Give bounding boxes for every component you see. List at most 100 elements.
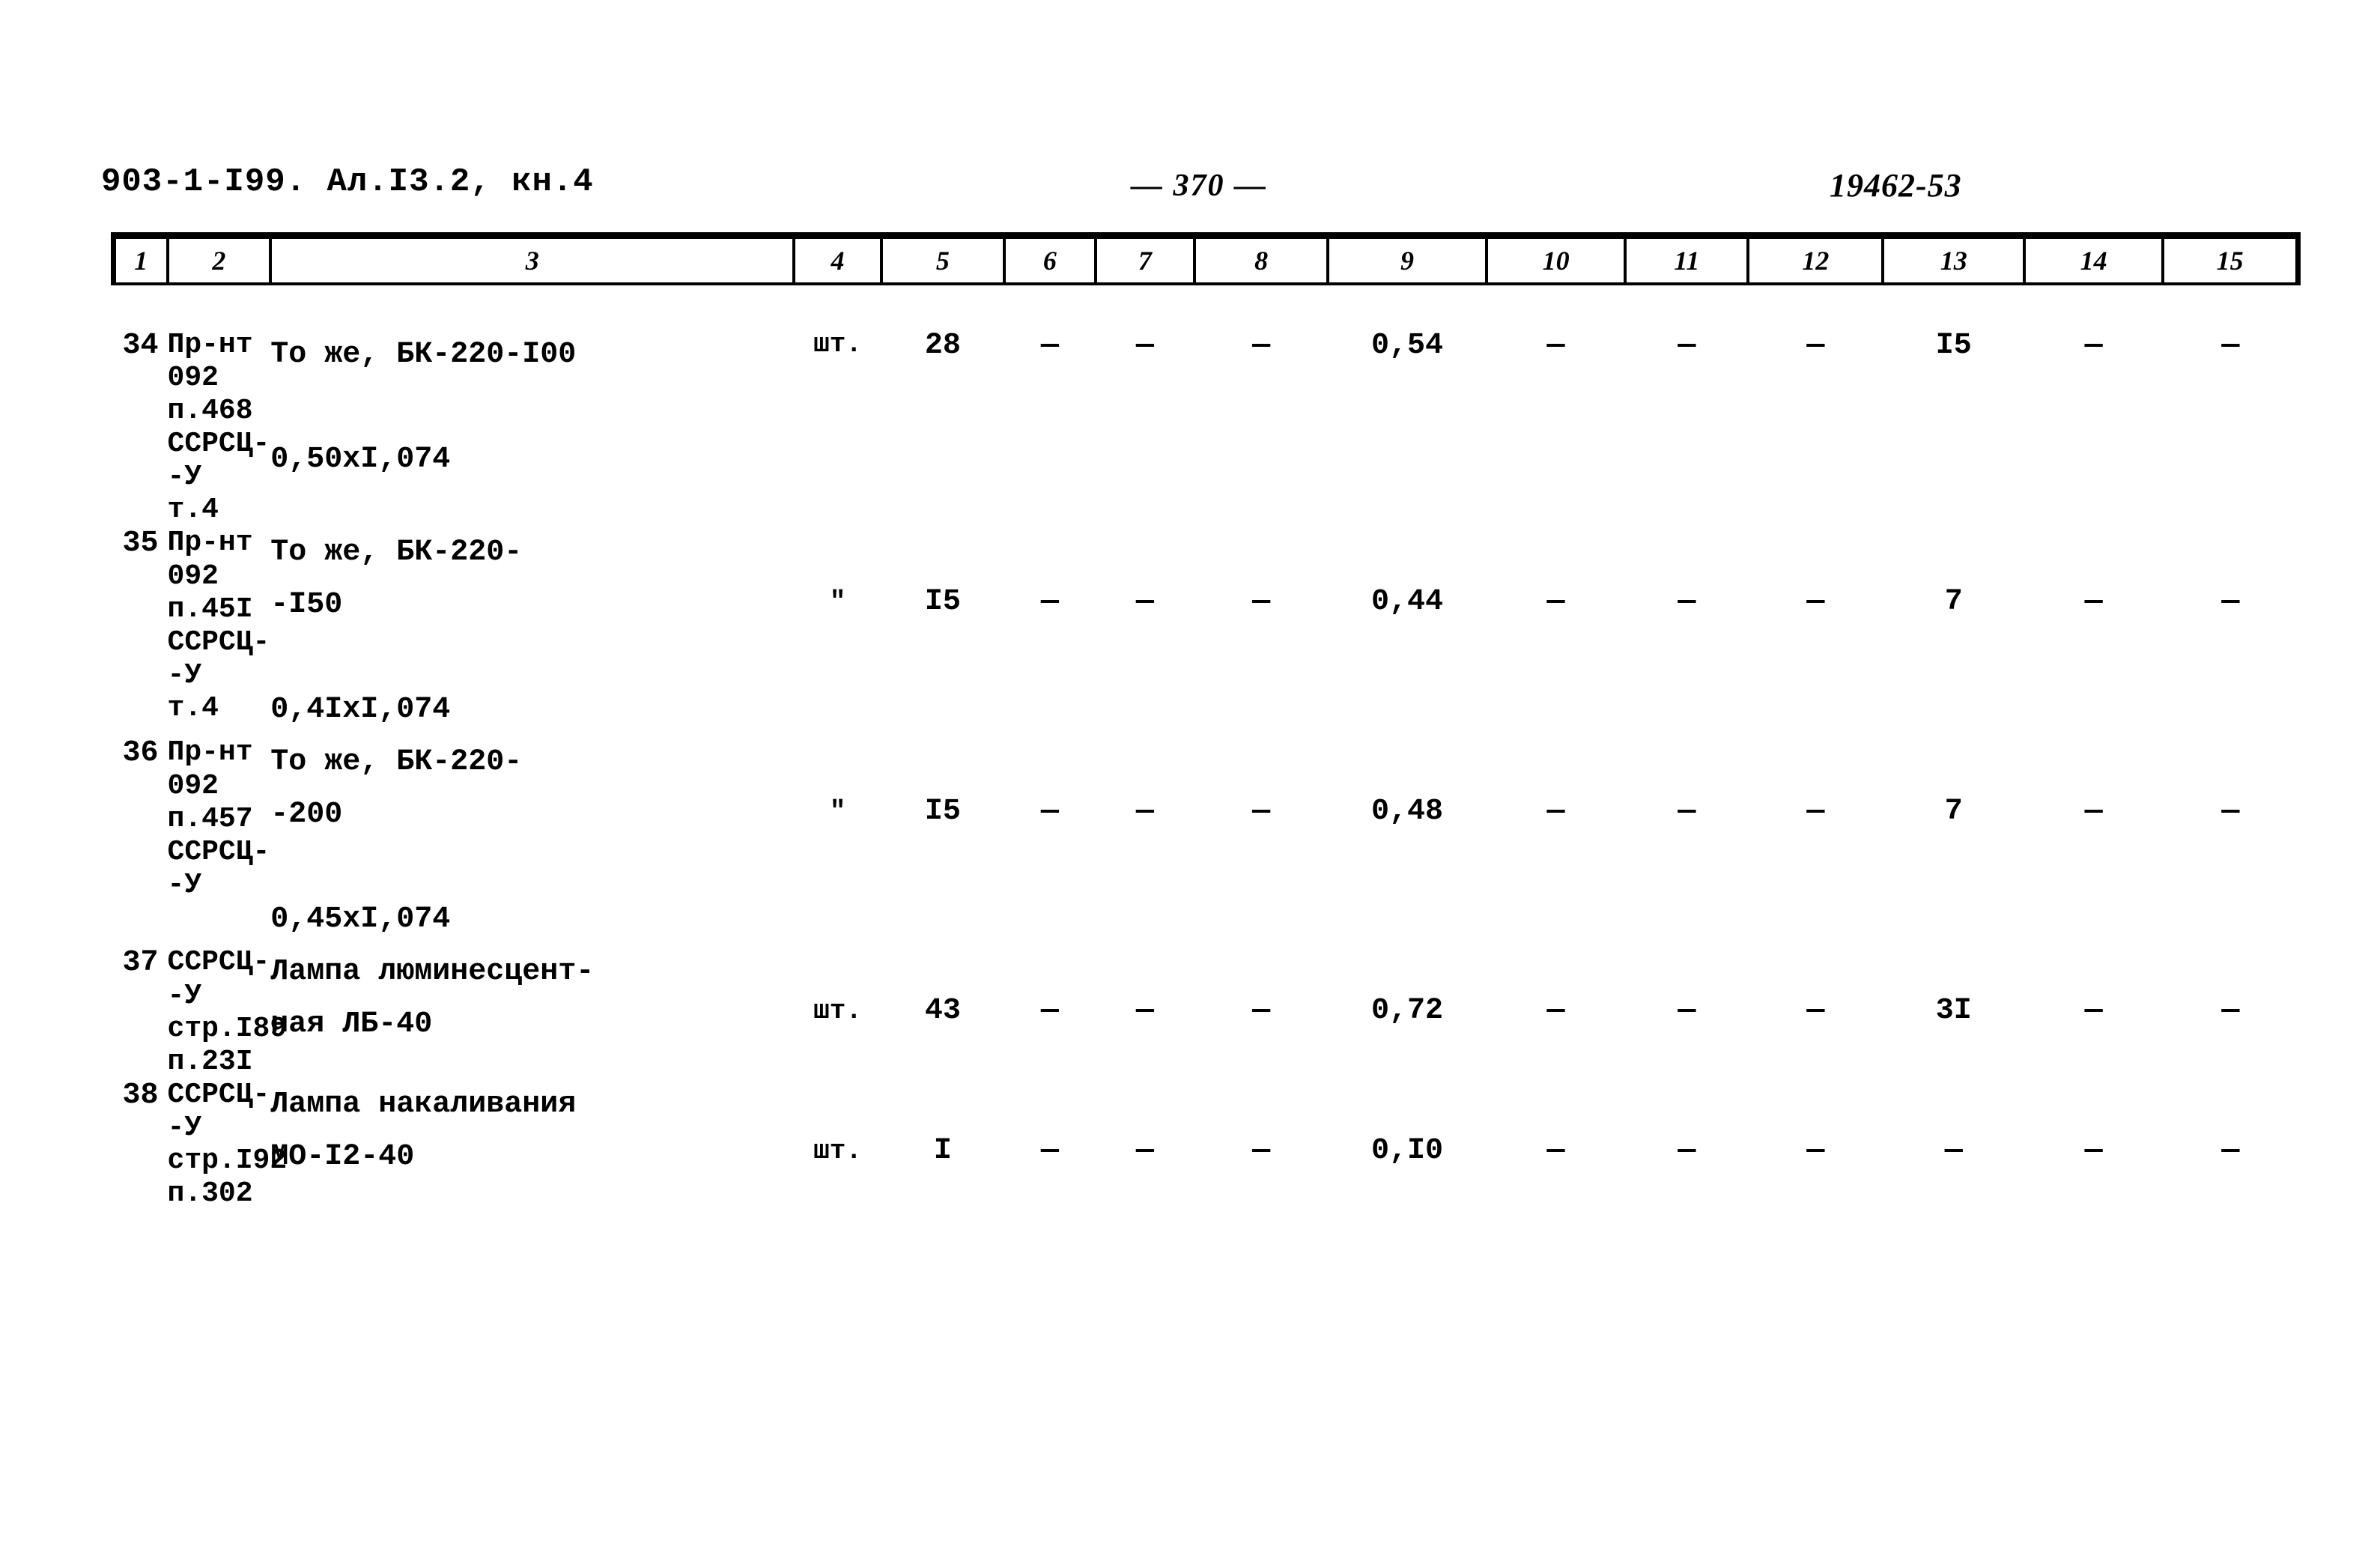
- row-source-code: Пр-нт 092 п.45I ССРСЦ- -У т.4: [167, 527, 270, 724]
- row-col11: —: [1678, 329, 1696, 363]
- row-unit: шт.: [813, 995, 862, 1027]
- column-header-10: 10: [1484, 232, 1627, 285]
- row-col12: —: [1806, 329, 1825, 363]
- row-col15: —: [2221, 329, 2240, 363]
- row-col8: —: [1252, 329, 1271, 363]
- row-col9: 0,I0: [1370, 1133, 1443, 1168]
- row-col13: 7: [1944, 585, 1963, 619]
- row-col10: —: [1546, 585, 1565, 619]
- row-description: То же, БК-220- -I50 0,4IхI,074: [270, 536, 523, 727]
- column-header-15: 15: [2161, 232, 2301, 285]
- row-col7: —: [1135, 329, 1154, 363]
- column-header-13: 13: [1881, 232, 2026, 285]
- row-col5: I5: [924, 795, 961, 829]
- row-col7: —: [1135, 994, 1154, 1028]
- column-header-8: 8: [1193, 232, 1330, 285]
- row-col14: —: [2084, 795, 2103, 829]
- row-source-code: Пр-нт 092 п.457 ССРСЦ- -У: [167, 736, 270, 901]
- column-header-12: 12: [1746, 232, 1885, 285]
- column-header-5: 5: [879, 232, 1006, 285]
- row-col15: —: [2221, 795, 2240, 829]
- row-source-code: ССРСЦ- -У стр.I89 п.23I: [167, 946, 288, 1078]
- row-position-number: 36: [122, 736, 159, 771]
- column-header-7: 7: [1093, 232, 1197, 285]
- row-col8: —: [1252, 1133, 1271, 1168]
- row-description: То же, БК-220- -200 0,45хI,074: [270, 745, 523, 937]
- row-col10: —: [1546, 329, 1565, 363]
- row-unit: шт.: [813, 1135, 862, 1166]
- row-col12: —: [1806, 795, 1825, 829]
- document-page: 903-1-I99. Ал.I3.2, кн.4 — 370 — 19462-5…: [0, 0, 2380, 1549]
- table-row: 37 ССРСЦ- -У стр.I89 п.23I Лампа люминес…: [114, 946, 2298, 1078]
- archive-stamp: 19462-53: [1830, 167, 1962, 204]
- table-row: 34 Пр-нт 092 п.468 ССРСЦ- -У т.4 То же, …: [114, 329, 2298, 527]
- row-col10: —: [1546, 994, 1565, 1028]
- row-col14: —: [2084, 994, 2103, 1028]
- specification-table-wrapper: 1 2 3 4 5 6 7 8 9 10 11 12 13 14 15 34 П…: [110, 232, 2301, 1210]
- table-row-gap: [114, 284, 2298, 329]
- column-header-14: 14: [2022, 232, 2165, 285]
- row-col8: —: [1252, 585, 1271, 619]
- row-col14: —: [2084, 1133, 2103, 1168]
- table-row: 38 ССРСЦ- -У стр.I92 п.302 Лампа накалив…: [114, 1079, 2298, 1210]
- document-code: 903-1-I99. Ал.I3.2, кн.4: [101, 163, 594, 201]
- row-col9: 0,48: [1370, 795, 1443, 829]
- row-col15: —: [2221, 585, 2240, 619]
- row-col6: —: [1040, 329, 1059, 363]
- column-header-2: 2: [166, 232, 273, 285]
- row-col11: —: [1678, 994, 1696, 1028]
- row-col12: —: [1806, 585, 1825, 619]
- row-col8: —: [1252, 994, 1271, 1028]
- row-col5: I: [933, 1133, 952, 1168]
- row-col15: —: [2221, 1133, 2240, 1168]
- row-position-number: 38: [122, 1078, 159, 1112]
- row-col6: —: [1040, 994, 1059, 1028]
- row-description: Лампа накаливания МО-I2-40: [270, 1087, 577, 1174]
- row-col13: —: [1944, 1133, 1963, 1168]
- row-col11: —: [1678, 1133, 1696, 1168]
- row-col9: 0,72: [1370, 994, 1443, 1028]
- row-source-code: Пр-нт 092 п.468 ССРСЦ- -У т.4: [167, 329, 270, 527]
- column-header-11: 11: [1624, 232, 1750, 285]
- row-col5: 28: [924, 329, 961, 363]
- column-header-4: 4: [792, 232, 883, 285]
- table-row: 36 Пр-нт 092 п.457 ССРСЦ- -У То же, БК-2…: [114, 736, 2298, 946]
- row-col9: 0,54: [1370, 329, 1443, 363]
- row-col5: 43: [924, 994, 961, 1028]
- table-row: 35 Пр-нт 092 п.45I ССРСЦ- -У т.4 То же, …: [114, 527, 2298, 736]
- row-col7: —: [1135, 585, 1154, 619]
- row-col13: I5: [1935, 329, 1972, 363]
- row-col6: —: [1040, 795, 1059, 829]
- row-col10: —: [1546, 1133, 1565, 1168]
- column-header-6: 6: [1002, 232, 1097, 285]
- row-col9: 0,44: [1370, 585, 1443, 619]
- table-body: 34 Пр-нт 092 п.468 ССРСЦ- -У т.4 То же, …: [114, 284, 2298, 1210]
- row-col14: —: [2084, 585, 2103, 619]
- row-col15: —: [2221, 994, 2240, 1028]
- specification-table: 1 2 3 4 5 6 7 8 9 10 11 12 13 14 15 34 П…: [110, 232, 2301, 1210]
- row-col6: —: [1040, 1133, 1059, 1168]
- row-col12: —: [1806, 1133, 1825, 1168]
- row-col10: —: [1546, 795, 1565, 829]
- page-number: — 370 —: [1131, 169, 1267, 203]
- row-col7: —: [1135, 795, 1154, 829]
- table-header-row: 1 2 3 4 5 6 7 8 9 10 11 12 13 14 15: [110, 232, 2301, 285]
- row-col13: 3I: [1935, 994, 1972, 1028]
- row-position-number: 35: [122, 527, 159, 561]
- column-header-9: 9: [1326, 232, 1488, 285]
- row-source-code: ССРСЦ- -У стр.I92 п.302: [167, 1078, 288, 1210]
- column-header-1: 1: [110, 232, 169, 285]
- row-col8: —: [1252, 795, 1271, 829]
- row-col6: —: [1040, 585, 1059, 619]
- row-unit: ": [829, 796, 846, 828]
- row-description: То же, БК-220-I00 0,50хI,074: [270, 338, 577, 476]
- row-col7: —: [1135, 1133, 1154, 1168]
- document-header: 903-1-I99. Ал.I3.2, кн.4 — 370 — 19462-5…: [0, 163, 2380, 216]
- row-col5: I5: [924, 585, 961, 619]
- row-position-number: 37: [122, 946, 159, 980]
- row-col11: —: [1678, 585, 1696, 619]
- row-col12: —: [1806, 994, 1825, 1028]
- row-col13: 7: [1944, 795, 1963, 829]
- row-unit: ": [829, 586, 846, 618]
- row-description: Лампа люминесцент- ная ЛБ-40: [270, 955, 595, 1042]
